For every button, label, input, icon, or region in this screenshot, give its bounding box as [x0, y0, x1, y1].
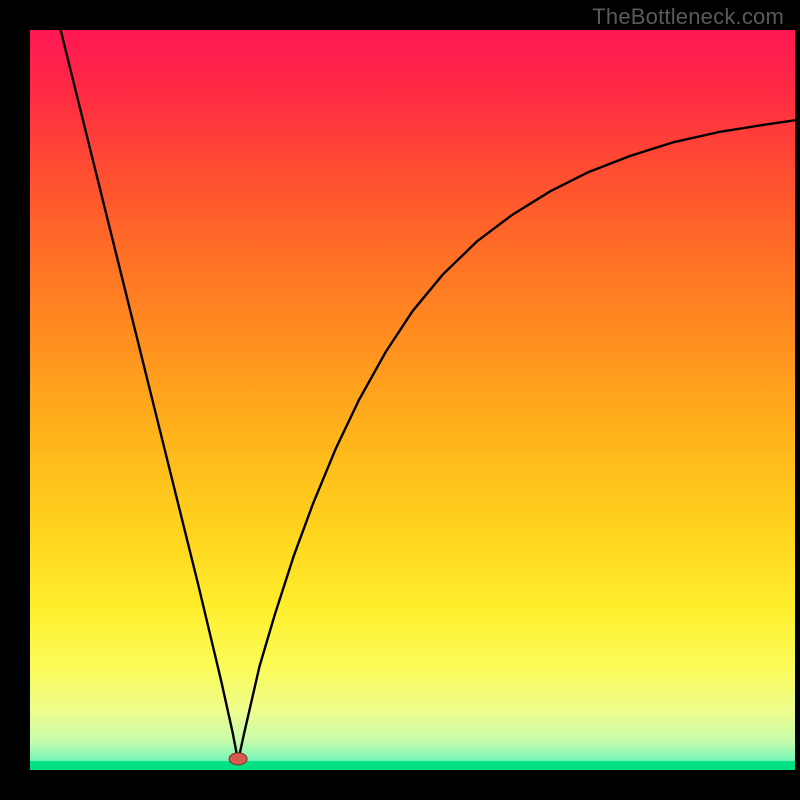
plot-area	[30, 30, 795, 770]
chart-svg	[30, 30, 795, 770]
bottom-green-band	[30, 761, 795, 770]
chart-frame: TheBottleneck.com	[0, 0, 800, 800]
watermark-text: TheBottleneck.com	[592, 4, 784, 30]
optimum-marker	[229, 753, 247, 765]
